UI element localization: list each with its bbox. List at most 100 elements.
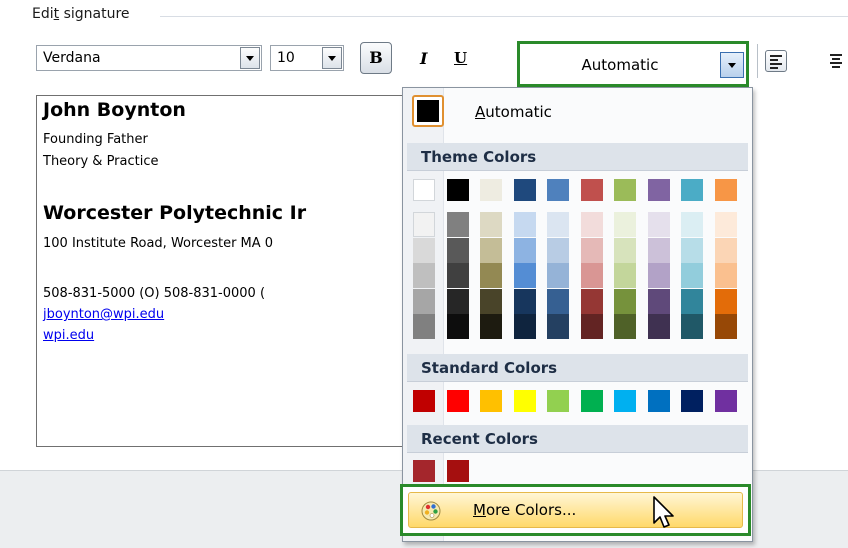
font-name-combo[interactable]: Verdana [36, 45, 262, 71]
align-center-icon [830, 54, 842, 70]
standard-color-swatch[interactable] [614, 390, 636, 412]
font-color-dropdown: Automatic Theme Colors Standard Colors R… [400, 87, 753, 542]
theme-shade-swatch[interactable] [513, 314, 536, 339]
standard-color-swatch[interactable] [647, 390, 670, 412]
font-size-combo[interactable]: 10 [270, 45, 344, 71]
theme-color-swatch[interactable] [480, 179, 502, 201]
signature-subtitle-line: Theory & Practice [43, 154, 159, 169]
underline-button[interactable]: U [454, 49, 467, 67]
standard-color-swatch[interactable] [547, 390, 569, 412]
theme-shade-swatch[interactable] [446, 237, 469, 263]
theme-shade-swatch[interactable] [513, 212, 536, 237]
theme-shade-swatch[interactable] [580, 288, 603, 314]
theme-shade-swatch[interactable] [714, 263, 737, 288]
signature-email-link[interactable]: jboynton@wpi.edu [43, 307, 164, 322]
theme-color-swatch[interactable] [714, 179, 737, 201]
theme-shade-swatch[interactable] [547, 237, 569, 263]
theme-shade-swatch[interactable] [681, 237, 703, 263]
align-left-button[interactable] [765, 50, 787, 72]
theme-shade-swatch[interactable] [547, 263, 569, 288]
theme-shade-swatch[interactable] [413, 263, 435, 288]
color-dropdown-arrow-icon[interactable] [720, 52, 744, 78]
theme-color-swatch[interactable] [513, 179, 536, 201]
font-color-combo[interactable]: Automatic [517, 41, 749, 87]
standard-color-swatch[interactable] [446, 390, 469, 412]
standard-color-swatch[interactable] [681, 390, 703, 412]
theme-shade-swatch[interactable] [480, 263, 502, 288]
theme-shade-swatch[interactable] [580, 314, 603, 339]
theme-shade-swatch[interactable] [681, 314, 703, 339]
theme-color-swatch[interactable] [614, 179, 636, 201]
theme-shade-swatch[interactable] [647, 314, 670, 339]
theme-shade-swatch[interactable] [480, 314, 502, 339]
theme-shade-swatch[interactable] [513, 288, 536, 314]
theme-shade-swatch[interactable] [647, 212, 670, 237]
recent-color-swatch[interactable] [446, 460, 469, 482]
theme-shade-swatch[interactable] [614, 288, 636, 314]
theme-shade-swatch[interactable] [714, 237, 737, 263]
theme-shade-swatch[interactable] [714, 212, 737, 237]
theme-shade-swatch[interactable] [547, 314, 569, 339]
theme-shade-swatch[interactable] [446, 263, 469, 288]
align-center-button[interactable] [826, 50, 848, 72]
size-dropdown-arrow-icon[interactable] [322, 47, 342, 69]
theme-shade-swatch[interactable] [446, 314, 469, 339]
standard-color-swatch[interactable] [480, 390, 502, 412]
theme-colors-header: Theme Colors [407, 143, 748, 171]
theme-color-swatch[interactable] [647, 179, 670, 201]
theme-shade-swatch[interactable] [513, 263, 536, 288]
italic-button[interactable]: I [420, 49, 427, 68]
section-divider [160, 16, 848, 17]
toolbar-separator [757, 44, 758, 78]
theme-shade-swatch[interactable] [614, 314, 636, 339]
theme-shade-swatch[interactable] [647, 237, 670, 263]
theme-shade-swatch[interactable] [614, 263, 636, 288]
theme-color-swatch[interactable] [580, 179, 603, 201]
theme-shade-swatch[interactable] [647, 288, 670, 314]
theme-shade-swatch[interactable] [547, 212, 569, 237]
theme-shade-swatch[interactable] [413, 212, 435, 237]
theme-shade-swatch[interactable] [580, 263, 603, 288]
theme-color-swatch[interactable] [681, 179, 703, 201]
bold-button[interactable]: B [360, 42, 392, 74]
automatic-color-option[interactable]: Automatic [407, 91, 747, 131]
automatic-color-label: Automatic [475, 103, 552, 121]
theme-shade-swatch[interactable] [580, 237, 603, 263]
font-size-value: 10 [277, 50, 295, 66]
theme-shade-swatch[interactable] [580, 212, 603, 237]
font-name-value: Verdana [43, 50, 101, 66]
theme-shade-swatch[interactable] [714, 314, 737, 339]
theme-color-swatch[interactable] [413, 179, 435, 201]
theme-shade-swatch[interactable] [647, 263, 670, 288]
theme-shade-swatch[interactable] [413, 314, 435, 339]
theme-shade-swatch[interactable] [513, 237, 536, 263]
theme-shade-swatch[interactable] [480, 288, 502, 314]
theme-shade-swatch[interactable] [614, 212, 636, 237]
theme-color-swatch[interactable] [547, 179, 569, 201]
theme-shade-swatch[interactable] [681, 263, 703, 288]
standard-color-swatch[interactable] [580, 390, 603, 412]
signature-address: 100 Institute Road, Worcester MA 0 [43, 236, 274, 251]
standard-colors-header: Standard Colors [407, 354, 748, 382]
more-colors-button[interactable]: More Colors... [400, 484, 751, 536]
font-dropdown-arrow-icon[interactable] [240, 47, 260, 69]
theme-shade-swatch[interactable] [547, 288, 569, 314]
theme-shade-swatch[interactable] [714, 288, 737, 314]
recent-colors-header: Recent Colors [407, 425, 748, 453]
theme-shade-swatch[interactable] [681, 288, 703, 314]
signature-web-link[interactable]: wpi.edu [43, 328, 94, 343]
recent-color-swatch[interactable] [413, 460, 435, 482]
signature-editor[interactable]: John Boynton Founding Father Theory & Pr… [36, 95, 406, 447]
theme-shade-swatch[interactable] [413, 288, 435, 314]
standard-color-swatch[interactable] [714, 390, 737, 412]
theme-shade-swatch[interactable] [446, 212, 469, 237]
standard-color-swatch[interactable] [513, 390, 536, 412]
theme-shade-swatch[interactable] [681, 212, 703, 237]
theme-shade-swatch[interactable] [614, 237, 636, 263]
theme-shade-swatch[interactable] [446, 288, 469, 314]
theme-shade-swatch[interactable] [413, 237, 435, 263]
theme-color-swatch[interactable] [446, 179, 469, 201]
theme-shade-swatch[interactable] [480, 237, 502, 263]
theme-shade-swatch[interactable] [480, 212, 502, 237]
standard-color-swatch[interactable] [413, 390, 435, 412]
